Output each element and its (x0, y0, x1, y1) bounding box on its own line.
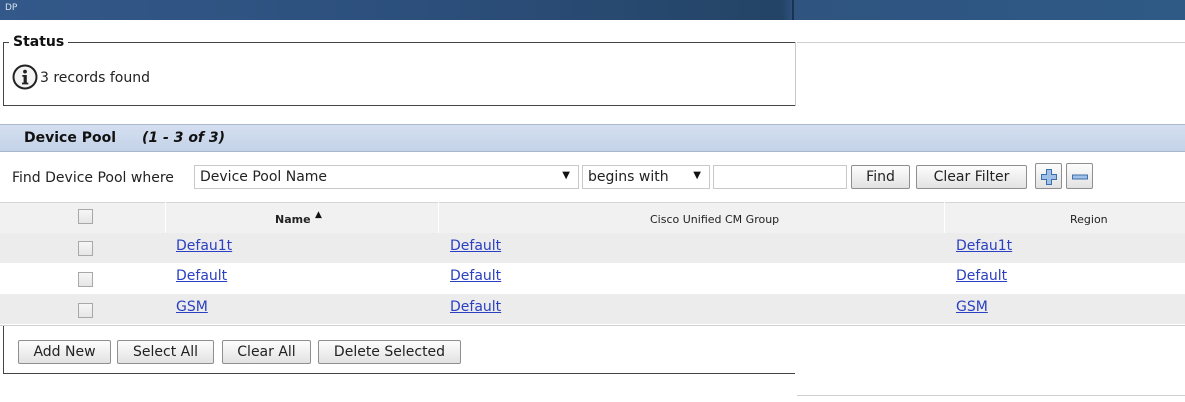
row-checkbox[interactable] (78, 272, 93, 287)
search-operator-value: begins with (588, 169, 669, 185)
device-pool-name-link[interactable]: GSM (176, 299, 208, 315)
table-header (0, 202, 1185, 235)
select-all-button[interactable]: Select All (117, 340, 214, 364)
window-title-bar: DP (0, 0, 1185, 20)
remove-criteria-button[interactable] (1066, 163, 1093, 189)
chevron-down-icon: ▼ (693, 170, 701, 181)
actions-border (3, 373, 795, 374)
cm-group-link[interactable]: Default (450, 299, 501, 315)
status-divider (795, 42, 796, 106)
find-label: Find Device Pool where (12, 170, 174, 186)
column-divider (438, 202, 439, 233)
minus-icon (1072, 174, 1088, 180)
region-link[interactable]: Default (956, 268, 1007, 284)
plus-icon (1041, 169, 1057, 185)
device-pool-name-link[interactable]: Default (176, 268, 227, 284)
select-all-checkbox[interactable] (78, 209, 93, 224)
section-title: Device Pool (24, 130, 117, 146)
status-legend: Status (9, 34, 69, 50)
info-icon (12, 64, 38, 90)
search-operator-select[interactable]: begins with ▼ (582, 165, 710, 189)
status-divider-right (797, 42, 1185, 43)
row-checkbox[interactable] (78, 303, 93, 318)
clear-filter-button[interactable]: Clear Filter (916, 165, 1027, 189)
record-count: (1 - 3 of 3) (142, 130, 226, 146)
add-new-button[interactable]: Add New (18, 340, 111, 364)
actions-border (3, 326, 4, 374)
column-divider (944, 202, 945, 233)
region-link[interactable]: GSM (956, 299, 988, 315)
clear-all-button[interactable]: Clear All (222, 340, 311, 364)
cm-group-link[interactable]: Default (450, 238, 501, 254)
chevron-down-icon: ▼ (562, 170, 570, 181)
delete-selected-button[interactable]: Delete Selected (318, 340, 461, 364)
page-divider (797, 395, 1185, 396)
table-bottom-border (0, 325, 1185, 326)
add-criteria-button[interactable] (1035, 163, 1062, 189)
sort-ascending-icon: ▲ (315, 210, 322, 220)
column-header-cm-group[interactable]: Cisco Unified CM Group (650, 213, 779, 226)
search-field-select[interactable]: Device Pool Name ▼ (194, 165, 579, 189)
cm-group-link[interactable]: Default (450, 268, 501, 284)
row-checkbox[interactable] (78, 241, 93, 256)
column-header-name[interactable]: Name (275, 213, 311, 226)
window-title: DP (5, 3, 18, 13)
column-divider (165, 202, 166, 233)
device-pool-name-link[interactable]: Defau1t (176, 238, 232, 254)
column-header-region[interactable]: Region (1070, 213, 1108, 226)
section-header: Device Pool (1 - 3 of 3) (0, 124, 1185, 152)
search-input[interactable] (713, 165, 847, 189)
find-button[interactable]: Find (851, 165, 910, 189)
title-bar-seam (792, 0, 794, 20)
status-message: 3 records found (40, 70, 150, 86)
search-field-value: Device Pool Name (200, 169, 328, 185)
region-link[interactable]: Defau1t (956, 238, 1012, 254)
